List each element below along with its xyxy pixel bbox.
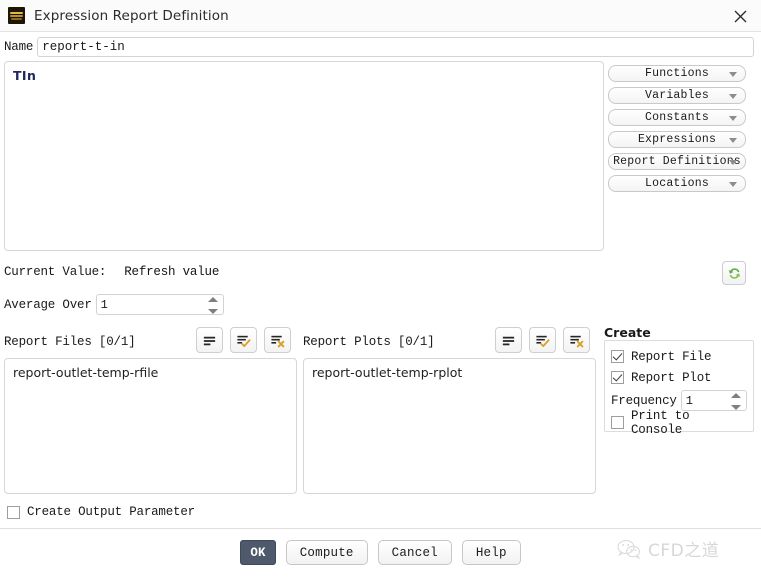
insert-locations-label: Locations — [645, 177, 709, 190]
close-icon[interactable] — [725, 4, 755, 28]
create-section-title: Create — [604, 325, 651, 340]
help-button[interactable]: Help — [461, 540, 521, 565]
create-report-file-label: Report File — [631, 349, 712, 364]
caret-up-icon[interactable] — [207, 297, 218, 302]
average-over-row: Average Over — [4, 294, 224, 315]
insert-button-stack: Functions Variables Constants Expression… — [608, 65, 746, 197]
window-titlebar: Expression Report Definition — [0, 0, 761, 32]
cancel-button[interactable]: Cancel — [377, 540, 452, 565]
report-files-label: Report Files [0/1] — [4, 335, 136, 349]
refresh-value-link[interactable]: Refresh value — [124, 265, 219, 279]
list-item[interactable]: report-outlet-temp-rfile — [13, 365, 288, 381]
insert-variables-label: Variables — [645, 89, 709, 102]
average-over-stepper[interactable] — [95, 294, 224, 315]
edit-report-plot-button[interactable] — [529, 327, 556, 353]
checkbox-unchecked-icon[interactable] — [7, 505, 20, 519]
average-over-label: Average Over — [4, 297, 92, 312]
edit-report-file-button[interactable] — [230, 327, 257, 353]
insert-functions-label: Functions — [645, 67, 709, 80]
frequency-label: Frequency — [611, 393, 677, 408]
dialog-button-row: OK Compute Cancel Help — [0, 540, 761, 565]
delete-report-plot-button[interactable] — [563, 327, 590, 353]
insert-report-definitions-label: Report Definitions — [613, 155, 741, 168]
expression-wave-icon — [8, 7, 25, 24]
checkbox-checked-icon[interactable] — [611, 350, 624, 363]
report-plots-list[interactable]: report-outlet-temp-rplot — [303, 358, 596, 494]
insert-constants-button[interactable]: Constants — [608, 109, 746, 126]
frequency-stepper[interactable] — [680, 390, 747, 411]
create-output-parameter-label: Create Output Parameter — [27, 505, 195, 519]
expression-text: TIn — [13, 68, 37, 83]
insert-report-definitions-button[interactable]: Report Definitions — [608, 153, 746, 170]
name-row: Name — [0, 36, 761, 58]
create-report-file-checkbox[interactable]: Report File — [611, 346, 747, 367]
refresh-icon[interactable] — [722, 261, 746, 285]
report-plots-label: Report Plots [0/1] — [303, 335, 435, 349]
insert-variables-button[interactable]: Variables — [608, 87, 746, 104]
new-report-plot-button[interactable] — [495, 327, 522, 353]
name-input[interactable] — [37, 37, 755, 57]
insert-expressions-button[interactable]: Expressions — [608, 131, 746, 148]
average-over-spin-arrows[interactable] — [207, 297, 219, 314]
report-files-list[interactable]: report-outlet-temp-rfile — [4, 358, 297, 494]
insert-locations-button[interactable]: Locations — [608, 175, 746, 192]
insert-constants-label: Constants — [645, 111, 709, 124]
chevron-down-icon — [729, 115, 737, 121]
divider — [0, 528, 761, 529]
create-panel: Report File Report Plot Frequency Print … — [604, 340, 754, 437]
window-title: Expression Report Definition — [34, 7, 229, 24]
create-report-plot-label: Report Plot — [631, 370, 712, 385]
caret-up-icon[interactable] — [730, 393, 741, 398]
chevron-down-icon — [729, 137, 737, 143]
average-over-input[interactable] — [96, 297, 223, 312]
insert-expressions-label: Expressions — [637, 133, 717, 146]
print-to-console-checkbox[interactable]: Print to Console — [611, 409, 747, 437]
chevron-down-icon — [729, 71, 737, 77]
report-plots-toolbar — [495, 327, 590, 353]
checkbox-checked-icon[interactable] — [611, 371, 624, 384]
caret-down-icon[interactable] — [730, 405, 741, 410]
expression-editor[interactable]: TIn — [4, 61, 604, 251]
frequency-spin-arrows[interactable] — [730, 393, 742, 410]
create-output-parameter-checkbox[interactable]: Create Output Parameter — [7, 505, 195, 519]
ok-button[interactable]: OK — [240, 540, 276, 565]
chevron-down-icon — [729, 181, 737, 187]
new-report-file-button[interactable] — [196, 327, 223, 353]
report-files-toolbar — [196, 327, 291, 353]
compute-button[interactable]: Compute — [285, 540, 368, 565]
chevron-down-icon — [729, 159, 737, 165]
current-value-label: Current Value: — [4, 265, 107, 279]
create-report-plot-checkbox[interactable]: Report Plot — [611, 367, 747, 388]
name-label: Name — [4, 40, 34, 54]
insert-functions-button[interactable]: Functions — [608, 65, 746, 82]
current-value-row: Current Value: Refresh value — [4, 265, 219, 279]
print-to-console-label: Print to Console — [631, 408, 690, 437]
caret-down-icon[interactable] — [207, 309, 218, 314]
checkbox-unchecked-icon[interactable] — [611, 416, 624, 429]
chevron-down-icon — [729, 93, 737, 99]
list-item[interactable]: report-outlet-temp-rplot — [312, 365, 587, 381]
delete-report-file-button[interactable] — [264, 327, 291, 353]
